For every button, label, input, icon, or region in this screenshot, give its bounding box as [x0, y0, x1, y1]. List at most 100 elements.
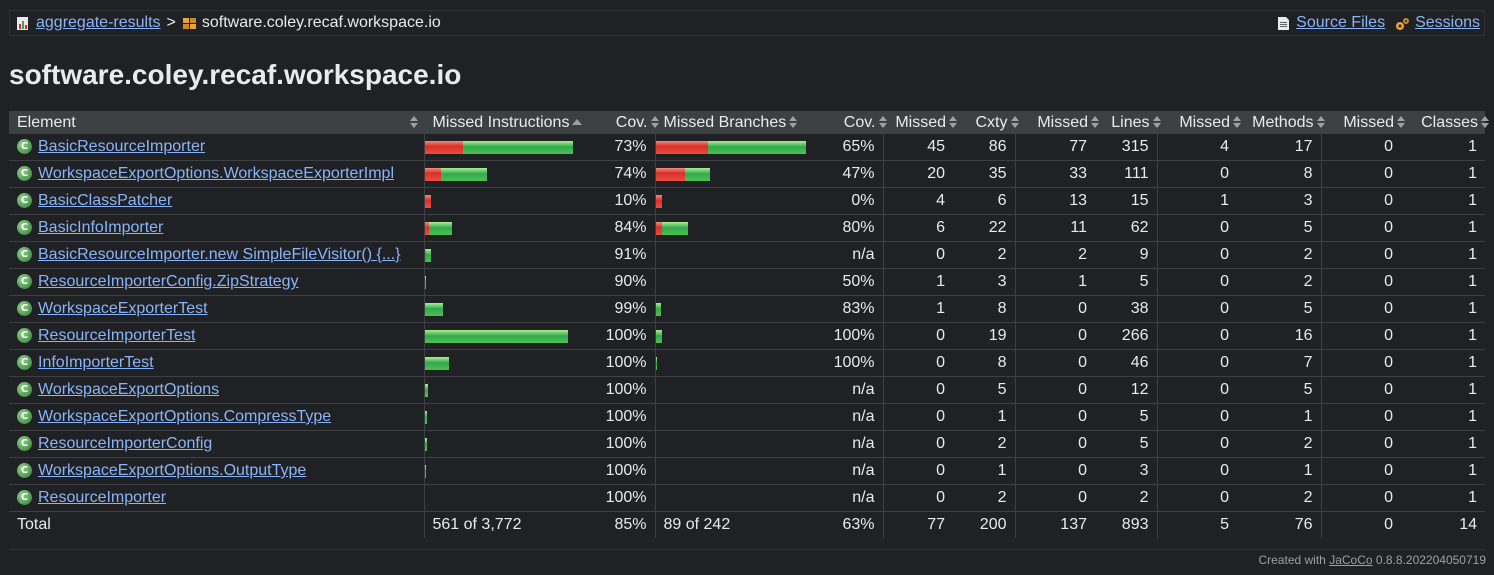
table-row: C WorkspaceExportOptions.OutputType 100% n/… [9, 457, 1485, 485]
methods: 5 [1237, 376, 1321, 404]
col-classes[interactable]: Classes [1401, 111, 1489, 134]
instr-cov: 74% [592, 160, 655, 188]
methods: 5 [1237, 214, 1321, 242]
col-methods-missed[interactable]: Missed [1156, 111, 1241, 134]
col-lines-missed[interactable]: Missed [1014, 111, 1099, 134]
class-link[interactable]: WorkspaceExportOptions.CompressType [38, 408, 331, 425]
branches-bar [654, 457, 821, 485]
branches-bar [654, 241, 821, 269]
methods-missed: 0 [1156, 484, 1237, 512]
class-link[interactable]: ResourceImporterConfig [38, 435, 212, 452]
element-cell: C BasicResourceImporter.new SimpleFileVis… [9, 241, 424, 269]
class-link[interactable]: WorkspaceExportOptions [38, 381, 219, 398]
branch-cov: n/a [821, 484, 883, 512]
col-cxty[interactable]: Cxty [953, 111, 1019, 134]
branches-bar [654, 268, 821, 296]
col-classes-label: Classes [1421, 113, 1478, 131]
methods-missed: 0 [1156, 295, 1237, 323]
col-cxty-missed[interactable]: Missed [882, 111, 957, 134]
col-instr-cov[interactable]: Cov. [592, 111, 659, 134]
class-link[interactable]: WorkspaceExportOptions.WorkspaceExporter… [38, 165, 394, 182]
sessions-link[interactable]: Sessions [1415, 14, 1480, 32]
breadcrumb-root-link[interactable]: aggregate-results [36, 14, 161, 32]
created-with: Created with JaCoCo 0.8.8.202204050719 [1258, 553, 1486, 567]
methods: 8 [1237, 160, 1321, 188]
class-icon: C [17, 220, 32, 236]
lines: 111 [1095, 160, 1157, 188]
branches-bar [654, 214, 821, 242]
class-link[interactable]: BasicInfoImporter [38, 219, 163, 236]
cxty: 2 [953, 241, 1015, 269]
classes: 1 [1401, 457, 1485, 485]
branch-cov: 83% [821, 295, 883, 323]
lines: 62 [1095, 214, 1157, 242]
col-missed-branches[interactable]: Missed Branches [654, 111, 821, 134]
col-element[interactable]: Element [9, 111, 424, 134]
methods: 16 [1237, 322, 1321, 350]
classes: 1 [1401, 484, 1485, 512]
methods-missed: 0 [1156, 403, 1237, 431]
total-cxty: 200 [979, 516, 1007, 533]
classes-missed: 0 [1320, 268, 1401, 296]
classes-missed: 0 [1320, 187, 1401, 215]
lines-missed: 0 [1014, 457, 1095, 485]
branch-cov: n/a [821, 376, 883, 404]
classes-missed: 0 [1320, 376, 1401, 404]
class-icon: C [17, 328, 32, 344]
lines: 315 [1095, 134, 1157, 161]
covered-bar [655, 356, 657, 370]
class-link[interactable]: BasicResourceImporter.new SimpleFileVisi… [38, 246, 401, 263]
class-link[interactable]: ResourceImporterTest [38, 327, 195, 344]
instructions-bar [423, 403, 592, 431]
class-link[interactable]: BasicClassPatcher [38, 192, 172, 209]
class-icon: C [17, 247, 32, 263]
methods: 2 [1237, 241, 1321, 269]
class-icon: C [17, 301, 32, 317]
class-link[interactable]: ResourceImporter [38, 489, 166, 506]
col-missed-instructions[interactable]: Missed Instructions [423, 111, 592, 134]
col-methods[interactable]: Methods [1237, 111, 1325, 134]
missed-bar [655, 194, 662, 208]
col-methods-missed-label: Missed [1179, 113, 1230, 131]
methods: 3 [1237, 187, 1321, 215]
cxty-missed: 0 [882, 376, 953, 404]
session-icon [1396, 17, 1410, 30]
instructions-bar [423, 376, 592, 404]
methods-missed: 0 [1156, 376, 1237, 404]
covered-bar [424, 437, 427, 451]
classes-missed: 0 [1320, 457, 1401, 485]
lines-missed: 0 [1014, 295, 1095, 323]
class-icon: C [17, 409, 32, 425]
report-icon [17, 16, 28, 30]
sort-asc-icon [572, 119, 583, 126]
classes: 1 [1401, 376, 1485, 404]
class-link[interactable]: ResourceImporterConfig.ZipStrategy [38, 273, 299, 290]
class-link[interactable]: BasicResourceImporter [38, 138, 205, 155]
source-files-link[interactable]: Source Files [1296, 14, 1385, 32]
col-branch-cov[interactable]: Cov. [821, 111, 887, 134]
class-link[interactable]: WorkspaceExporterTest [38, 300, 208, 317]
covered-bar [655, 329, 662, 343]
table-row: C ResourceImporterConfig 100% n/a 0 2 0 5 0 2 0 1 [9, 430, 1485, 458]
element-cell: C ResourceImporterConfig [9, 430, 424, 458]
breadcrumb-current: software.coley.recaf.workspace.io [201, 14, 441, 31]
lines: 266 [1095, 322, 1157, 350]
branch-cov: 0% [821, 187, 883, 215]
table-row: C BasicClassPatcher 10% 0% 4 6 13 15 1 3 0 1 [9, 187, 1485, 215]
jacoco-link[interactable]: JaCoCo [1329, 553, 1372, 567]
instr-cov: 90% [592, 268, 655, 296]
total-instr-cov: 85% [614, 516, 647, 533]
cxty: 2 [953, 430, 1015, 458]
class-icon: C [17, 193, 32, 209]
instr-cov: 100% [592, 322, 655, 350]
col-classes-missed[interactable]: Missed [1320, 111, 1405, 134]
methods-missed: 0 [1156, 430, 1237, 458]
col-lines[interactable]: Lines [1095, 111, 1161, 134]
class-icon: C [17, 382, 32, 398]
class-link[interactable]: InfoImporterTest [38, 354, 154, 371]
total-cxty-missed: 77 [882, 511, 953, 538]
total-classes-missed: 0 [1320, 511, 1401, 538]
table-row: C ResourceImporterTest 100% 100% 0 19 0 266 0 16 0… [9, 322, 1485, 350]
class-link[interactable]: WorkspaceExportOptions.OutputType [38, 462, 306, 479]
classes-missed: 0 [1320, 295, 1401, 323]
